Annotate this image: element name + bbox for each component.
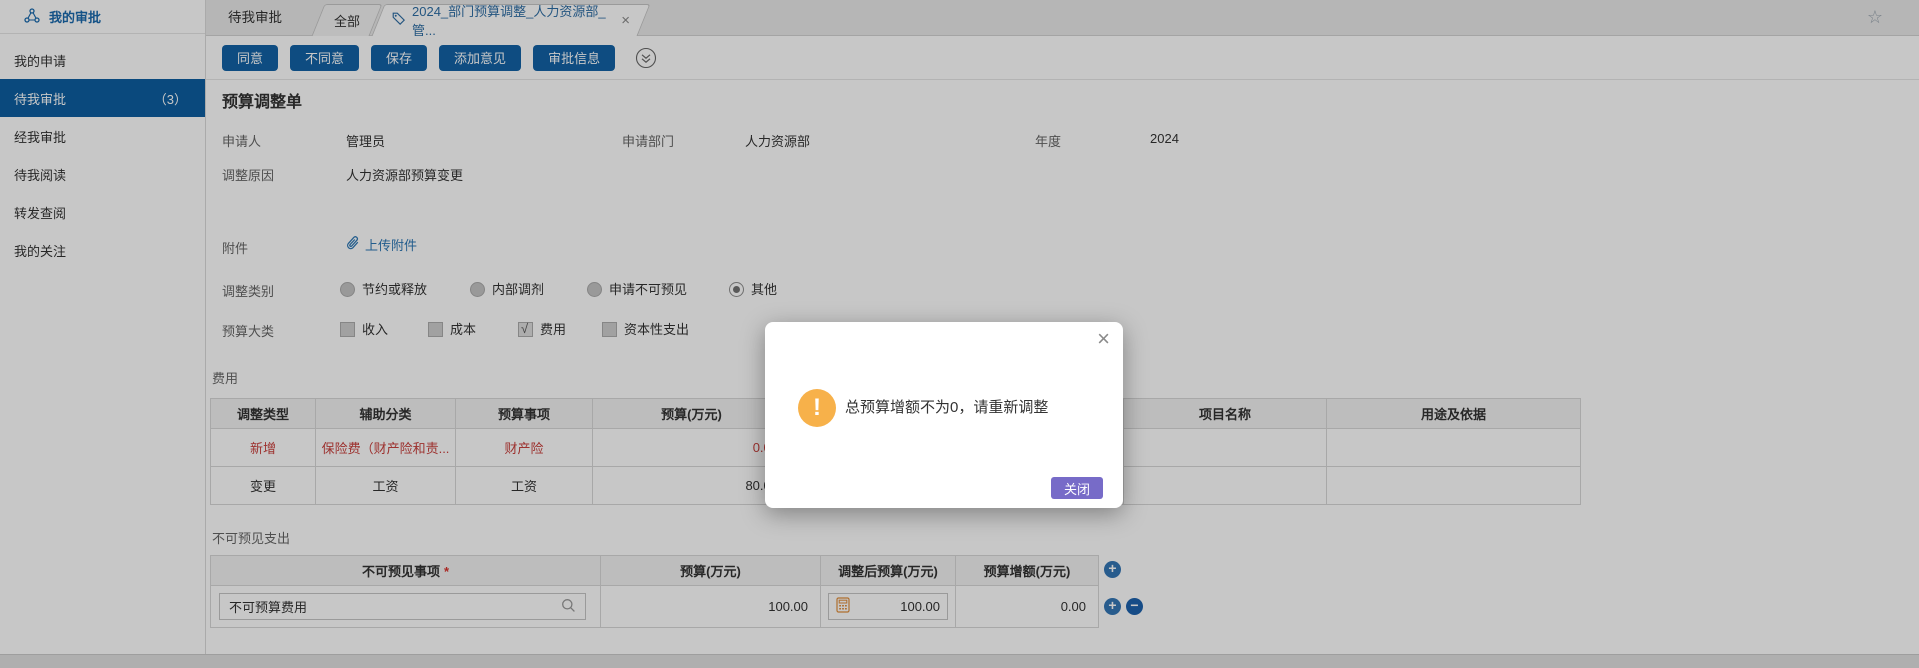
modal-message: 总预算增额不为0，请重新调整 bbox=[845, 389, 1048, 427]
modal-close-button[interactable]: 关闭 bbox=[1051, 477, 1103, 499]
alert-modal: × ! 总预算增额不为0，请重新调整 关闭 bbox=[765, 322, 1123, 508]
app-window: 我的审批 我的申请 待我审批 （3） 经我审批 待我阅读 转发查阅 我的关注 bbox=[0, 0, 1919, 668]
warning-icon: ! bbox=[798, 389, 836, 427]
modal-close-icon[interactable]: × bbox=[1097, 328, 1110, 350]
